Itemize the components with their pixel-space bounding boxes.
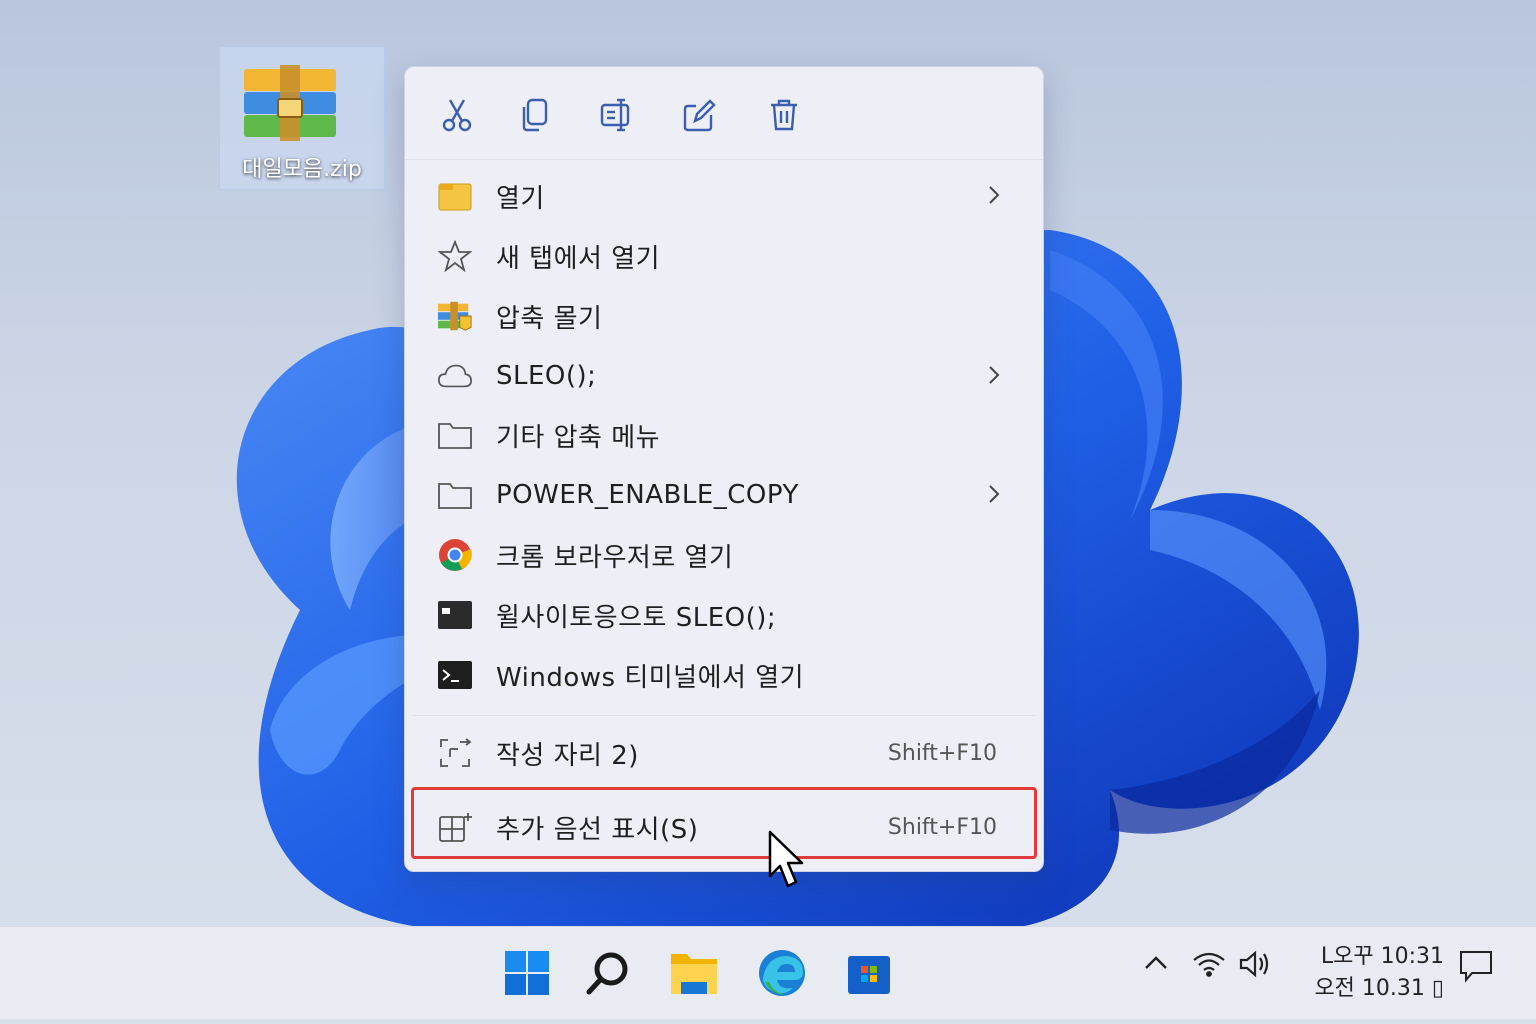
menu-item-label: 크롬 보라우저로 열기: [496, 542, 734, 573]
windows-start-icon[interactable]: [499, 945, 555, 1001]
wifi-icon[interactable]: [1192, 949, 1226, 979]
winrar-archive-icon: [244, 65, 336, 141]
menu-item-label: 새 탭에서 열기: [496, 243, 661, 274]
terminal-icon: [437, 659, 473, 691]
volume-icon[interactable]: [1238, 949, 1274, 979]
clock-time: L오꾸 10:31: [1320, 944, 1444, 969]
cloud-icon: [437, 360, 473, 392]
menu-item-sleo[interactable]: SLEO();: [413, 348, 1035, 404]
context-toolbar: [405, 67, 1043, 160]
menu-item-label: Windows 티미널에서 열기: [496, 662, 805, 693]
menu-item-label: 기타 압축 메뉴: [496, 422, 661, 453]
menu-item-extract[interactable]: 압축 몰기: [413, 288, 1035, 344]
menu-item-label: 압축 몰기: [496, 303, 603, 334]
winrar-icon: [437, 300, 473, 332]
menu-item-shortcut: Shift+F10: [887, 740, 997, 766]
menu-item-label: 작성 자리 2): [496, 740, 639, 771]
menu-item-open[interactable]: 열기: [413, 168, 1035, 224]
menu-item-open-terminal[interactable]: Windows 티미널에서 열기: [413, 647, 1035, 703]
mouse-cursor-icon: [768, 830, 804, 888]
search-icon[interactable]: [580, 945, 636, 1001]
clock[interactable]: L오꾸 10:31 오전 10.31 ▯: [1296, 941, 1444, 1005]
rename-icon[interactable]: [595, 93, 639, 137]
menu-item-shortcut: Shift+F10: [887, 814, 997, 840]
star-icon: [437, 240, 473, 272]
menu-item-label: 열기: [496, 183, 545, 214]
menu-item-open-chrome[interactable]: 크롬 보라우저로 열기: [413, 527, 1035, 583]
context-menu: 열기 새 탭에서 열기 압축 몰기 SLEO(); 기타 압축 메뉴 POWER…: [404, 66, 1044, 872]
menu-item-open-new-tab[interactable]: 새 탭에서 열기: [413, 228, 1035, 284]
more-options-icon: [437, 811, 473, 843]
window-icon: [437, 599, 473, 631]
menu-item-label: POWER_ENABLE_COPY: [496, 480, 799, 510]
delete-icon[interactable]: [762, 93, 806, 137]
menu-item-window-sleo[interactable]: 윌사이토응으토 SLEO();: [413, 587, 1035, 643]
chevron-right-icon: [987, 483, 1001, 509]
menu-item-resize[interactable]: 작성 자리 2) Shift+F10: [413, 725, 1035, 781]
folder-outline-icon: [437, 479, 473, 511]
menu-item-label: 추가 음선 표시(S): [496, 814, 699, 845]
resize-icon: [437, 737, 473, 769]
edge-icon[interactable]: [754, 945, 810, 1001]
notification-icon[interactable]: [1458, 949, 1494, 983]
store-icon[interactable]: [841, 945, 897, 1001]
copy-icon[interactable]: [513, 93, 557, 137]
menu-separator: [413, 715, 1035, 716]
chevron-right-icon: [987, 184, 1001, 210]
folder-icon: [437, 180, 473, 212]
file-explorer-icon[interactable]: [666, 945, 722, 1001]
folder-outline-icon: [437, 419, 473, 451]
menu-item-label: 윌사이토응으토 SLEO();: [496, 602, 777, 633]
taskbar: L오꾸 10:31 오전 10.31 ▯: [0, 926, 1536, 1019]
share-icon[interactable]: [677, 93, 721, 137]
chevron-right-icon: [987, 364, 1001, 390]
desktop-file-label: 대일모음.zip: [242, 157, 362, 182]
desktop-file-zip[interactable]: 대일모음.zip: [219, 46, 385, 190]
menu-item-show-more-options[interactable]: 추가 음선 표시(S) Shift+F10: [413, 799, 1035, 855]
menu-item-power-enable-copy[interactable]: POWER_ENABLE_COPY: [413, 467, 1035, 523]
clock-date: 오전 10.31 ▯: [1314, 976, 1444, 1001]
chrome-icon: [437, 539, 473, 571]
menu-item-other-compress[interactable]: 기타 압축 메뉴: [413, 407, 1035, 463]
cut-icon[interactable]: [435, 93, 479, 137]
menu-item-label: SLEO();: [496, 361, 597, 391]
chevron-up-icon[interactable]: [1142, 949, 1170, 977]
